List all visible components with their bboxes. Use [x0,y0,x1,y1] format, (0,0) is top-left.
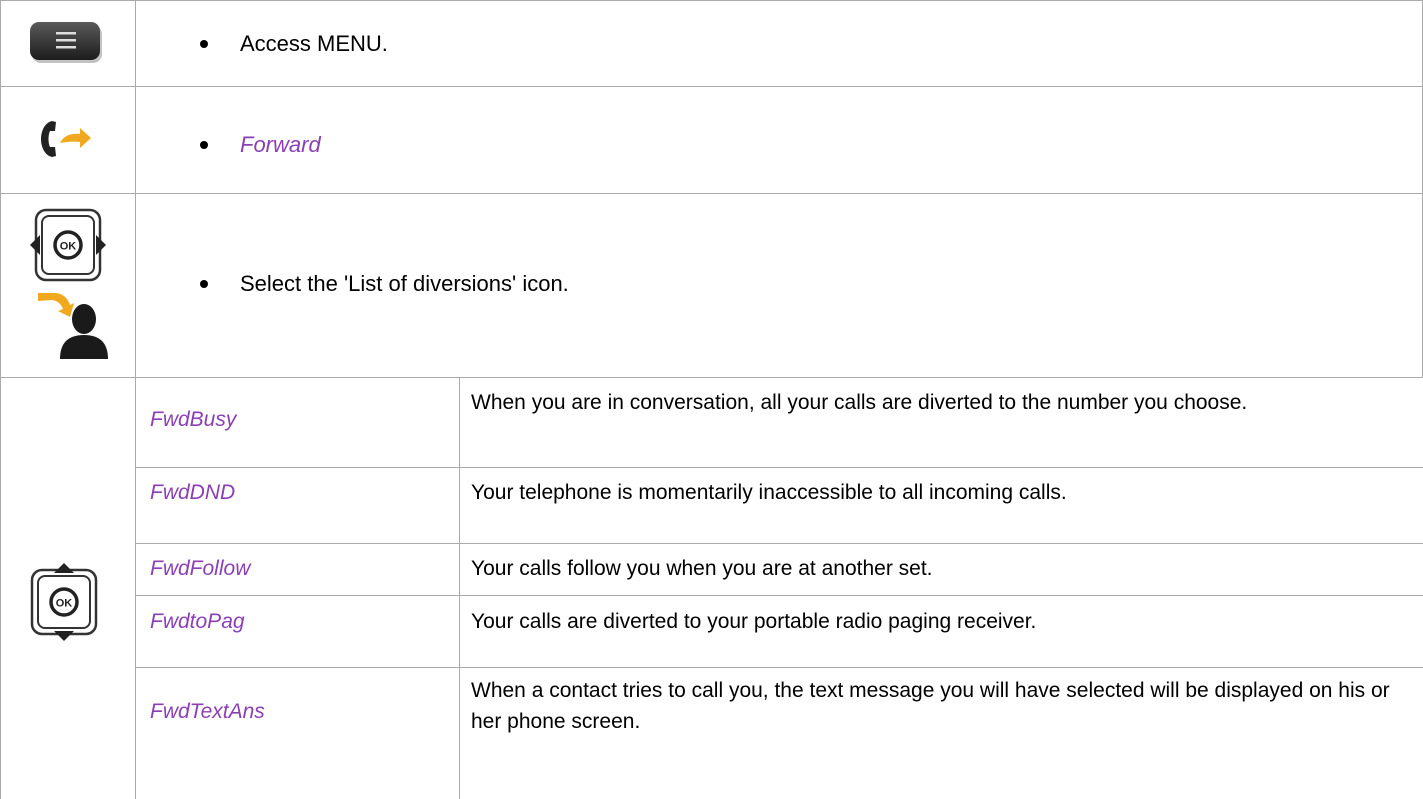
left-border [0,0,1,799]
icon-column-divider [135,0,136,799]
option-column-divider [459,377,460,799]
option-fwddnd[interactable]: FwdDND [150,481,235,505]
option-fwdbusy[interactable]: FwdBusy [150,408,236,432]
option-fwdfollow[interactable]: FwdFollow [150,557,250,581]
option-fwdtopag[interactable]: FwdtoPag [150,610,245,634]
svg-text:OK: OK [60,241,77,253]
select-instruction: Select the 'List of diversions' icon. [200,269,569,299]
phone-forward-icon [38,118,94,160]
bullet [200,40,208,48]
bullet [200,280,208,288]
option-fwdbusy-desc: When you are in conversation, all your c… [471,391,1248,414]
ok-up-down-navigator-icon: OK [28,562,100,642]
diversion-user-icon [34,285,108,361]
row-divider-1 [0,86,1423,87]
option-fwdtextans[interactable]: FwdTextAns [150,700,265,724]
menu-instruction-text: Access MENU. [240,31,388,56]
forward-instruction: Forward [200,130,321,160]
row-divider-3 [0,377,1423,378]
ok-left-right-navigator-icon: OK [28,207,108,283]
option-fwddnd-desc: Your telephone is momentarily inaccessib… [471,481,1067,504]
top-border [0,0,1423,1]
menu-instruction: Access MENU. [200,29,388,59]
bullet [200,141,208,149]
option-fwdtextans-desc: When a contact tries to call you, the te… [471,679,1390,733]
row-divider-2 [0,193,1423,194]
option-fwdfollow-desc: Your calls follow you when you are at an… [471,557,933,580]
option-divider-2 [135,543,1423,544]
option-fwdtopag-desc: Your calls are diverted to your portable… [471,610,1037,633]
option-divider-3 [135,595,1423,596]
menu-button-icon [28,20,106,68]
option-divider-1 [135,467,1423,468]
option-divider-4 [135,667,1423,668]
svg-text:OK: OK [56,598,73,610]
select-instruction-text: Select the 'List of diversions' icon. [240,271,569,296]
forward-link[interactable]: Forward [240,132,321,158]
